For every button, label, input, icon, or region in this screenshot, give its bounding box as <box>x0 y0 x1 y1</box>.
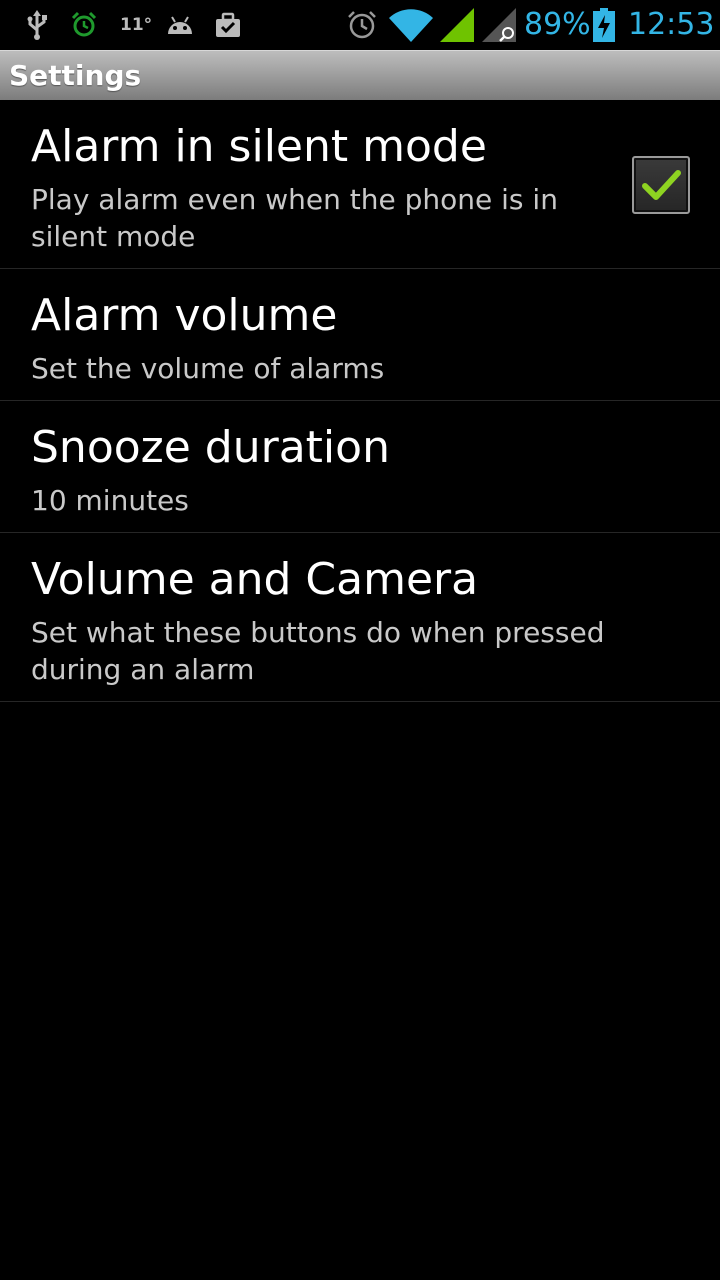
pref-title: Alarm volume <box>31 290 338 341</box>
status-bar: 11° 89% 12:53 <box>0 0 720 50</box>
checkmark-icon <box>642 170 681 200</box>
alarm-clock-green-icon <box>70 0 98 50</box>
page-title: Settings <box>9 59 142 92</box>
pref-title: Snooze duration <box>31 422 390 473</box>
weather-temperature: 11° <box>120 15 153 35</box>
signal-icon <box>440 0 474 50</box>
pref-title: Alarm in silent mode <box>31 121 487 172</box>
wifi-icon <box>388 0 434 50</box>
pref-summary: Set what these buttons do when pressed d… <box>31 616 605 686</box>
silent-mode-checkbox[interactable] <box>632 156 690 214</box>
battery-charging-icon <box>592 0 616 50</box>
pref-summary: Play alarm even when the phone is in sil… <box>31 183 558 253</box>
signal-roaming-icon <box>482 0 516 50</box>
pref-summary: 10 minutes <box>31 484 189 517</box>
pref-alarm-volume[interactable]: Alarm volume Set the volume of alarms <box>0 269 720 401</box>
pref-volume-and-camera[interactable]: Volume and Camera Set what these buttons… <box>0 533 720 702</box>
clock-time: 12:53 <box>628 7 715 42</box>
pref-snooze-duration[interactable]: Snooze duration 10 minutes <box>0 401 720 533</box>
usb-icon <box>24 0 50 50</box>
android-icon <box>164 0 196 50</box>
alarm-icon <box>346 0 378 50</box>
pref-title: Volume and Camera <box>31 554 479 605</box>
briefcase-check-icon <box>214 0 242 50</box>
title-bar: Settings <box>0 50 720 100</box>
pref-alarm-in-silent-mode[interactable]: Alarm in silent mode Play alarm even whe… <box>0 100 720 269</box>
battery-percentage: 89% <box>524 7 591 42</box>
pref-summary: Set the volume of alarms <box>31 352 385 385</box>
preferences-list: Alarm in silent mode Play alarm even whe… <box>0 100 720 702</box>
